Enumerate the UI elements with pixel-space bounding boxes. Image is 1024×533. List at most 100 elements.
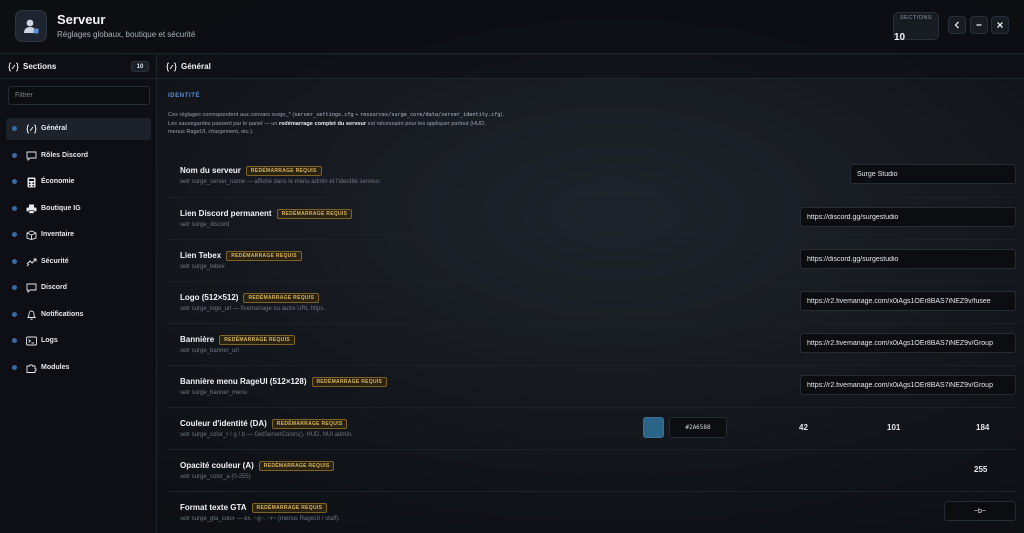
logo-url-input[interactable] [800,291,1016,311]
discord-link-input[interactable] [800,207,1016,227]
color-alpha-value[interactable]: 255 [974,465,987,474]
setting-hint: setr surge_gta_color — ex. ~g~, ~r~ (men… [180,516,340,522]
sidebar-item-label: Économie [41,178,75,185]
section-group-label: IDENTITÉ [168,93,201,99]
sidebar-item-notifications[interactable]: Notifications [6,304,151,326]
status-dot [12,311,17,317]
sections-count: 10 [894,32,906,43]
main-header: Général [158,55,1024,79]
setting-hint: setr surge_color_a (0-255) [180,474,251,480]
sidebar-item-logs[interactable]: Logs [6,330,151,352]
setting-row-banner-menu: Bannière menu RageUI (512×128) REDÉMARRAG… [168,365,1016,407]
tebex-link-input[interactable] [800,249,1016,269]
setting-title-text: Format texte GTA [180,503,247,512]
desc-text: menus RageUI, chargement, etc.). [168,129,254,135]
setting-title: Nom du serveur REDÉMARRAGE REQUIS [180,166,322,176]
code-braces-icon [25,123,37,135]
desc-code: server_settings.cfg [294,112,354,118]
sidebar-item-label: Général [41,125,68,132]
sidebar-item-inventaire[interactable]: Inventaire [6,224,151,246]
color-swatch[interactable] [643,417,664,438]
setting-hint: setr surge_logo_url — fivemanage ou autr… [180,306,326,312]
setting-hint: setr surge_discord [180,222,230,228]
header: Serveur Réglages globaux, boutique et sé… [0,0,1024,54]
desc-text: Les sauvegardes passent par le panel — u… [168,120,280,127]
sidebar-nav: Général Rôles Discord Économie Boutique … [6,118,151,383]
restart-required-badge: REDÉMARRAGE REQUIS [271,419,348,429]
app-logo [15,10,47,42]
sections-count-badge: 10 SECTIONS [893,12,939,43]
page-title: Serveur [57,12,106,27]
minimize-button[interactable] [970,16,988,34]
back-button[interactable] [948,16,966,34]
sidebar-item-discord[interactable]: Discord [6,277,151,299]
setting-title-text: Opacité couleur (A) [180,461,254,470]
filter-input[interactable] [8,86,150,105]
sidebar-item-boutique-ig[interactable]: Boutique IG [6,198,151,220]
status-dot [12,126,17,131]
setting-hint: setr surge_color_r / g / b — GetServerCo… [180,432,353,438]
app-window: Serveur Réglages globaux, boutique et sé… [0,0,1024,533]
setting-title: Logo (512×512) REDÉMARRAGE REQUIS [180,293,320,303]
status-dot [12,285,17,290]
status-dot [12,364,17,370]
status-dot [12,205,17,211]
sidebar-item-label: Logs [41,337,58,344]
setting-title: Couleur d'identité (DA) REDÉMARRAGE REQUI… [180,419,348,429]
setting-row-banner: Bannière REDÉMARRAGE REQUIS setr surge_ba… [168,323,1016,365]
section-description: Ces réglages correspondent aux convars s… [168,111,608,137]
setting-title: Bannière menu RageUI (512×128) REDÉMARRAG… [180,377,388,387]
user-settings-icon [24,19,39,34]
close-icon [997,22,1003,28]
restart-required-badge: REDÉMARRAGE REQUIS [276,209,353,219]
sidebar-item-modules[interactable]: Modules [6,357,151,379]
printer-icon [25,203,37,215]
setting-row-color-opacity: Opacité couleur (A) REDÉMARRAGE REQUIS se… [168,449,1016,491]
minimize-icon [976,24,982,26]
sections-count-label: SECTIONS [899,15,933,21]
section-title: Général [181,62,211,71]
status-dot [12,338,17,343]
server-name-input[interactable] [850,164,1016,184]
settings-list: Nom du serveur REDÉMARRAGE REQUIS setr su… [168,155,1016,533]
status-dot [12,152,17,158]
color-blue-value[interactable]: 184 [976,423,989,432]
setting-title: Lien Discord permanent REDÉMARRAGE REQUIS [180,209,353,219]
banner-url-input[interactable] [800,333,1016,353]
desc-text: Ces réglages correspondent aux convars s… [168,112,295,118]
sidebar-item-roles-discord[interactable]: Rôles Discord [6,145,151,167]
setting-row-discord-link: Lien Discord permanent REDÉMARRAGE REQUIS… [168,197,1016,239]
setting-hint: setr surge_server_name — affiché dans le… [180,179,381,185]
setting-title-text: Bannière [180,335,215,344]
color-red-value[interactable]: 42 [799,423,808,432]
status-dot [12,179,17,184]
sidebar-item-label: Modules [41,363,70,371]
sidebar-item-label: Rôles Discord [41,151,89,159]
status-dot [12,232,17,237]
setting-title-text: Logo (512×512) [180,293,239,302]
restart-required-badge: REDÉMARRAGE REQUIS [226,251,302,261]
sidebar-item-securite[interactable]: Sécurité [6,251,151,273]
setting-title: Lien Tebex REDÉMARRAGE REQUIS [180,251,302,261]
gta-text-format-input[interactable] [944,501,1016,521]
sidebar-item-general[interactable]: Général [6,118,151,140]
sidebar-item-label: Boutique IG [41,204,81,212]
color-green-value[interactable]: 101 [887,423,900,432]
chat-bubble-icon [25,150,37,162]
sidebar-item-economie[interactable]: Économie [6,171,151,193]
bell-icon [25,309,37,321]
sidebar-title: Sections [23,62,57,71]
setting-title-text: Bannière menu RageUI (512×128) [180,377,307,386]
close-button[interactable] [991,16,1009,34]
hex-color-input[interactable]: #2A6588 [669,417,727,438]
sidebar-count-badge: 10 [131,61,149,72]
page-subtitle: Réglages globaux, boutique et sécurité [57,30,196,39]
restart-required-badge: REDÉMARRAGE REQUIS [251,503,328,513]
banner-menu-url-input[interactable] [800,375,1016,395]
code-braces-icon [166,62,177,72]
desc-code: resources/surge_core/data/server_identit… [359,112,501,118]
code-braces-icon [8,62,19,72]
sidebar-item-label: Discord [41,284,68,291]
desc-text: ). [500,112,504,118]
desc-text: est nécessaire pour les appliquer partou… [366,120,486,127]
